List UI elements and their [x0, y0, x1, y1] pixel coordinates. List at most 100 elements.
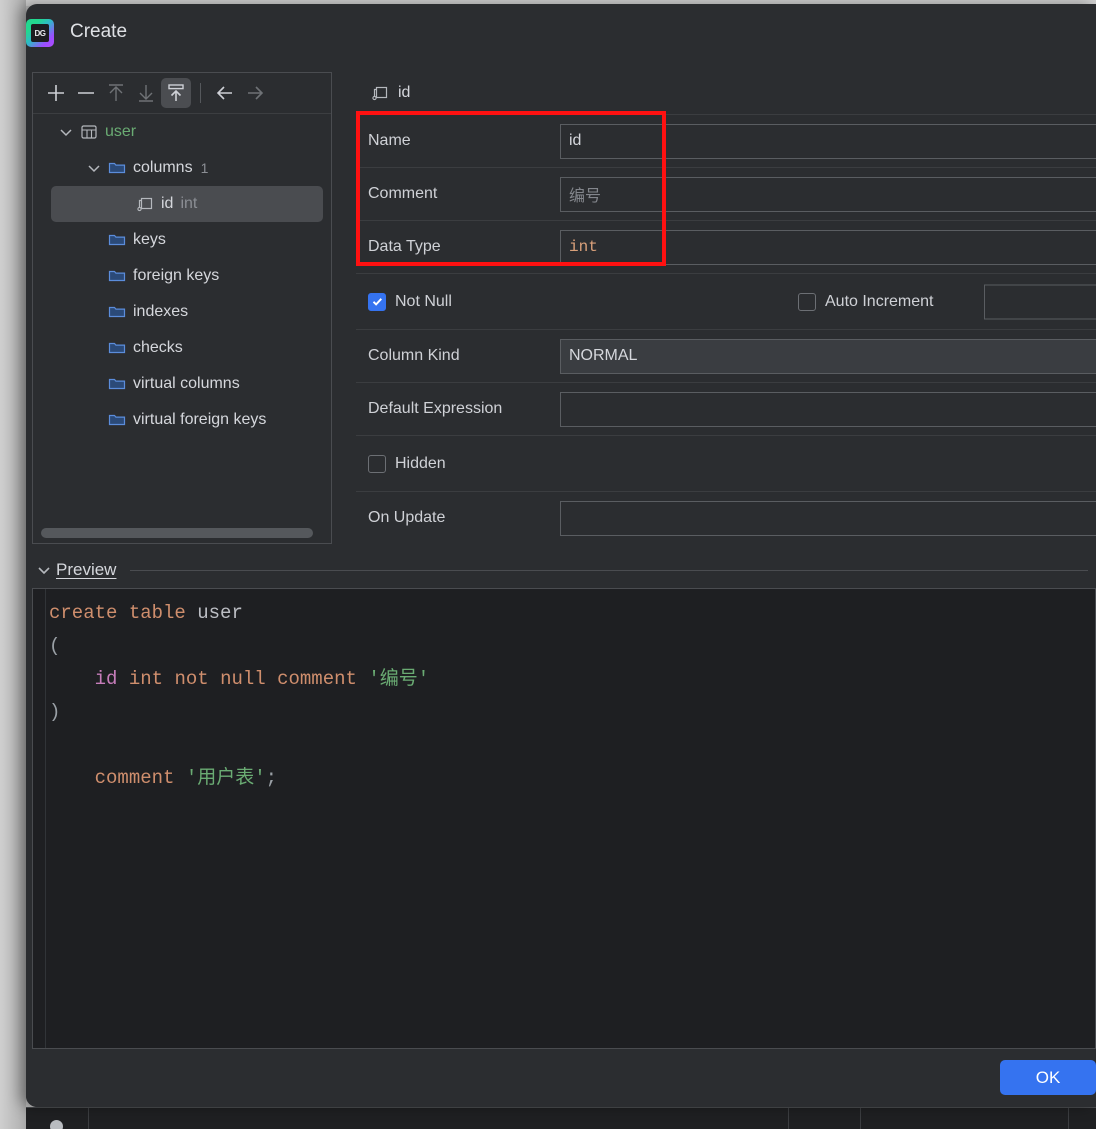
folder-icon — [105, 375, 129, 393]
background-divider — [860, 1108, 861, 1129]
tree-node-label: virtual columns — [133, 375, 240, 392]
tree-node-label: id — [161, 195, 174, 212]
sql-preview-editor[interactable]: create table user ( id int not null comme… — [32, 588, 1096, 1049]
tree-node-list: user columns 1 id int keys foreign keys … — [33, 114, 331, 543]
tree-node-label: user — [105, 123, 137, 140]
back-button[interactable] — [210, 78, 240, 108]
move-up-button[interactable] — [101, 78, 131, 108]
sql-preview-code: create table user ( id int not null comme… — [49, 597, 1095, 1048]
sql-token: ; — [265, 767, 278, 789]
tree-node-label: foreign keys — [133, 267, 220, 284]
tree-node-virtual-foreign-keys[interactable]: virtual foreign keys — [33, 402, 331, 438]
dialog-footer: OK — [26, 1049, 1096, 1107]
not-null-checkbox[interactable] — [368, 292, 386, 311]
tree-node-count: 1 — [200, 160, 209, 176]
tree-node-virtual-columns[interactable]: virtual columns — [33, 366, 331, 402]
form-row-column-kind: Column Kind NORMAL — [356, 329, 1096, 382]
not-null-label: Not Null — [395, 292, 452, 310]
folder-icon — [105, 159, 129, 177]
chevron-down-icon[interactable] — [55, 125, 77, 139]
default-expression-input[interactable] — [560, 391, 1096, 427]
datagrip-icon-label: DG — [31, 24, 49, 42]
column-icon — [368, 84, 392, 102]
data-type-label: Data Type — [368, 238, 441, 255]
hidden-checkbox[interactable] — [368, 454, 386, 473]
background-divider — [788, 1108, 789, 1129]
data-type-input[interactable]: int — [560, 229, 1096, 265]
comment-label: Comment — [368, 185, 438, 202]
comment-input[interactable]: 编号 — [560, 176, 1096, 212]
move-down-button[interactable] — [131, 78, 161, 108]
folder-icon — [105, 267, 129, 285]
auto-increment-checkbox[interactable] — [798, 292, 816, 311]
column-form: Name id Comment 编号 Data Type int Not Nul… — [356, 114, 1096, 544]
sql-token: ( — [49, 635, 61, 657]
sql-token: not — [174, 668, 209, 690]
background-divider — [1068, 1108, 1069, 1129]
sql-token: ) — [49, 701, 61, 723]
sql-token: '用户表' — [185, 767, 266, 789]
form-row-comment: Comment 编号 — [356, 167, 1096, 220]
dialog-titlebar: DG Create — [26, 4, 1096, 60]
tree-node-foreign-keys[interactable]: foreign keys — [33, 258, 331, 294]
form-row-hidden: Hidden — [356, 435, 1096, 491]
preview-divider — [130, 569, 1088, 571]
sql-token: comment — [277, 668, 357, 690]
preview-section-header[interactable]: Preview — [32, 552, 1092, 588]
add-button[interactable] — [41, 78, 71, 108]
datagrip-icon: DG — [26, 19, 54, 47]
object-tree-panel: user columns 1 id int keys foreign keys … — [32, 72, 332, 544]
column-kind-label: Column Kind — [368, 347, 460, 364]
sql-token: int — [128, 668, 164, 690]
tree-node-id[interactable]: id int — [51, 186, 323, 222]
folder-icon — [105, 303, 129, 321]
default-expression-label: Default Expression — [368, 400, 503, 417]
tree-horizontal-scrollbar[interactable] — [41, 528, 313, 538]
sql-line: ) — [49, 696, 1095, 729]
form-row-on-update: On Update — [356, 491, 1096, 544]
chevron-down-icon[interactable] — [32, 563, 56, 577]
tree-node-checks[interactable]: checks — [33, 330, 331, 366]
tree-node-label: checks — [133, 339, 183, 356]
tree-node-columns[interactable]: columns 1 — [33, 150, 331, 186]
sql-token: create — [49, 602, 118, 624]
auto-increment-checkbox-group[interactable]: Auto Increment — [798, 292, 934, 311]
sql-token: comment — [94, 767, 175, 789]
preview-title: Preview — [56, 560, 117, 579]
remove-button[interactable] — [71, 78, 101, 108]
background-editor-strip — [26, 1107, 1096, 1129]
tree-node-label: columns — [133, 159, 193, 176]
form-row-name: Name id — [356, 114, 1096, 167]
on-update-input[interactable] — [560, 500, 1096, 536]
tree-node-indexes[interactable]: indexes — [33, 294, 331, 330]
sql-token: id — [94, 668, 118, 690]
tree-node-type: int — [180, 195, 198, 212]
column-icon — [133, 195, 157, 213]
folder-icon — [105, 339, 129, 357]
column-kind-select[interactable]: NORMAL — [560, 338, 1096, 374]
sql-token: null — [220, 668, 266, 690]
sql-line: create table user — [49, 597, 1095, 630]
tree-node-user[interactable]: user — [33, 114, 331, 150]
auto-increment-value-input[interactable] — [984, 284, 1096, 319]
chevron-down-icon[interactable] — [83, 161, 105, 175]
hidden-checkbox-group[interactable]: Hidden — [368, 454, 446, 473]
table-icon — [77, 123, 101, 141]
desktop-backdrop-left — [0, 0, 26, 1129]
toggle-panel-button[interactable] — [161, 78, 191, 108]
not-null-checkbox-group[interactable]: Not Null — [368, 292, 452, 311]
ok-button[interactable]: OK — [1000, 1060, 1096, 1095]
tree-node-keys[interactable]: keys — [33, 222, 331, 258]
editor-gutter — [33, 589, 46, 1048]
forward-button[interactable] — [240, 78, 270, 108]
name-label: Name — [368, 132, 411, 149]
name-input[interactable]: id — [560, 123, 1096, 159]
background-divider — [88, 1108, 89, 1129]
